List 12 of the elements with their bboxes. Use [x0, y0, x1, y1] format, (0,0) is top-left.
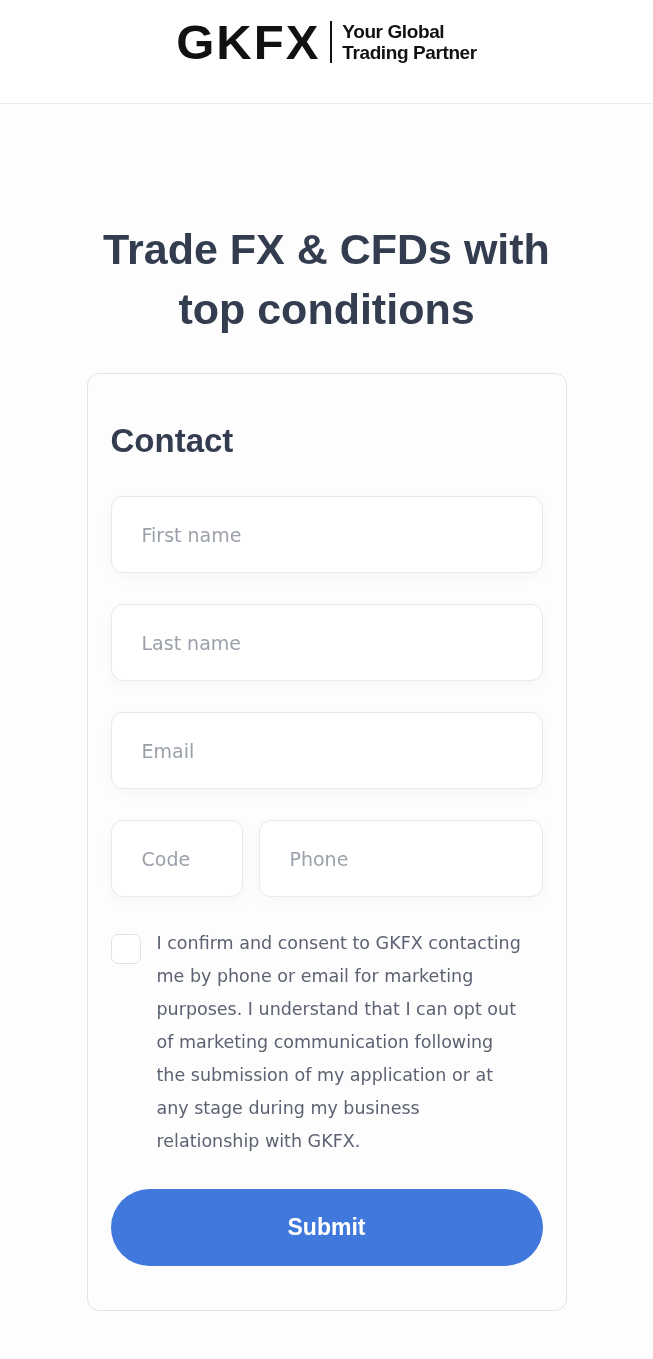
consent-checkbox[interactable]: [110, 934, 141, 964]
page-headline: Trade FX & CFDs with top conditions: [102, 224, 551, 335]
input-field[interactable]: Email: [110, 712, 543, 789]
input-field[interactable]: Phone: [258, 820, 543, 897]
input-field[interactable]: Code: [110, 820, 243, 897]
input-field[interactable]: First name: [110, 496, 543, 573]
form-title: Contact: [110, 421, 235, 461]
logo-tagline: Your Global Trading Partner: [342, 21, 477, 63]
logo-wordmark: GKFX: [176, 18, 321, 66]
input-field[interactable]: Last name: [110, 604, 543, 681]
submit-button[interactable]: Submit: [110, 1189, 543, 1266]
consent-text: I confirm and consent to GKFX contacting me by phone or email for marketing purposes. I understand that I can opt out of marketing communication following the submission of my application or at any stage during my business relationship with GKFX.: [156, 932, 522, 1153]
